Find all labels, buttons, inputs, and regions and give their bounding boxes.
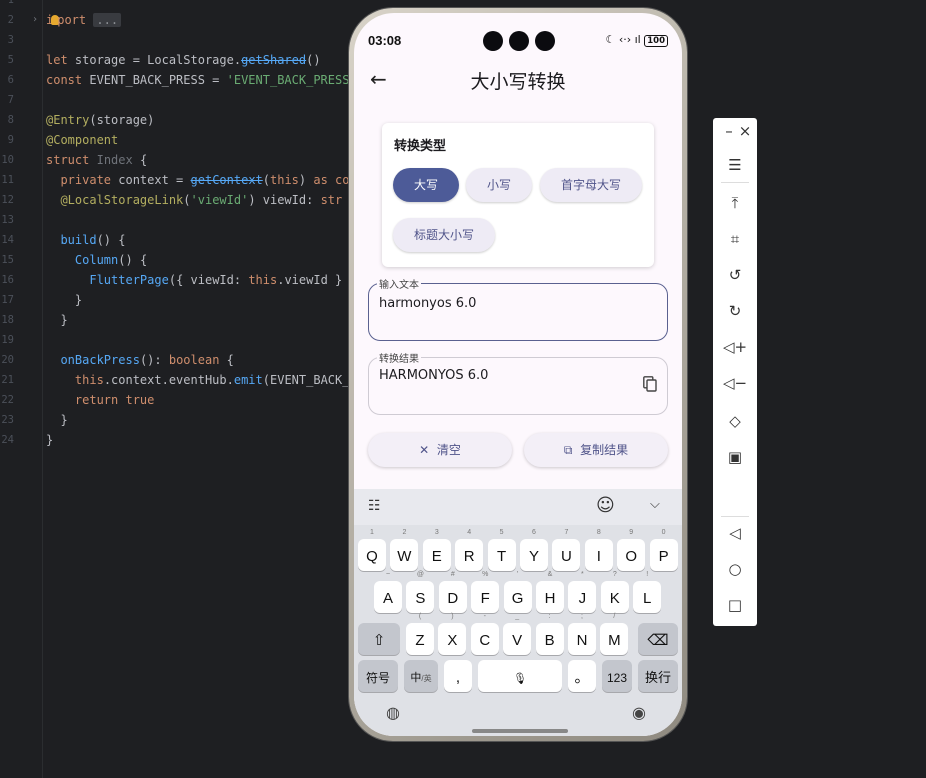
key-a[interactable]: ~ A xyxy=(374,571,402,613)
volume-up-icon[interactable]: ◁+ xyxy=(713,338,757,356)
moon-icon: ☾ xyxy=(605,33,616,46)
status-icons: ☾ ‹·› ıl 100 xyxy=(605,33,668,47)
copy-result-button[interactable]: ⧉ 复制结果 xyxy=(524,433,668,467)
camera-icon xyxy=(509,31,529,51)
camera-icon xyxy=(483,31,503,51)
page-title: 大小写转换 xyxy=(470,71,566,93)
key-s[interactable]: @ S xyxy=(406,571,435,613)
globe-icon[interactable]: ◍ xyxy=(386,703,400,722)
close-icon: ✕ xyxy=(419,443,430,457)
microphone-icon: 🎙 xyxy=(513,673,527,685)
key-m[interactable]: / M xyxy=(600,613,629,655)
input-text-field[interactable]: 输入文本 harmonyos 6.0 xyxy=(368,276,668,341)
rotate-right-icon[interactable]: ↻ xyxy=(713,302,757,320)
key-d[interactable]: # D xyxy=(438,571,467,613)
chip-capitalize[interactable]: 首字母大写 xyxy=(540,168,642,202)
key-j[interactable]: * J xyxy=(568,571,597,613)
key-c[interactable]: -C xyxy=(470,613,499,655)
camera-icon xyxy=(535,31,555,51)
result-value: HARMONYOS 6.0 xyxy=(379,368,489,383)
input-value[interactable]: harmonyos 6.0 xyxy=(379,296,476,311)
nav-back-icon[interactable]: ◁ xyxy=(713,524,757,542)
signal-icon: ıl xyxy=(634,33,641,46)
period-key[interactable]: 。 xyxy=(568,660,596,692)
chevron-down-icon[interactable]: ⌵ xyxy=(650,497,660,512)
key-x[interactable]: ) X xyxy=(438,613,467,655)
card-title: 转换类型 xyxy=(394,139,447,154)
key-e[interactable]: 3E xyxy=(422,529,451,571)
close-icon[interactable]: × xyxy=(723,122,767,140)
volume-down-icon[interactable]: ◁− xyxy=(713,374,757,392)
key-h[interactable]: & H xyxy=(536,571,564,613)
soft-keyboard: ☷ ☺ ⌵ 1 Q 2 W 3 E 4 R 5 T 6 Y 7 U 8 I 9 O 0 P ~ A @ S # D% F ' G & H * J… xyxy=(354,489,682,736)
comma-key[interactable]: , xyxy=(444,660,472,692)
key-f[interactable]: % F xyxy=(471,571,500,613)
data-transfer-icon: ‹·› xyxy=(618,33,632,46)
chip-lowercase[interactable]: 小写 xyxy=(466,168,532,202)
key-b[interactable]: :B xyxy=(535,613,564,655)
home-indicator[interactable] xyxy=(472,729,568,733)
rotate-left-icon[interactable]: ↺ xyxy=(713,266,757,284)
emoji-icon[interactable]: ☺ xyxy=(596,495,615,516)
result-label: 转换结果 xyxy=(377,350,421,365)
phone-screen[interactable]: 03:08 ☾ ‹·› ıl 100 ← 大小写转换 转换类型 大写 小写 首字… xyxy=(354,13,682,736)
key-u[interactable]: 7U xyxy=(552,529,581,571)
key-r[interactable]: 4R xyxy=(455,529,484,571)
chip-uppercase[interactable]: 大写 xyxy=(393,168,459,202)
crop-icon[interactable]: ⌗ xyxy=(713,230,757,248)
clear-button[interactable]: ✕ 清空 xyxy=(368,433,512,467)
emulator-toolbar: – × ☰ ⤒ ⌗ ↺ ↻ ◁+ ◁− ◇ ▣ ◁ ○ □ xyxy=(713,118,757,626)
key-g[interactable]: ' G xyxy=(503,571,532,613)
conversion-type-card: 转换类型 大写 小写 首字母大写 标题大小写 xyxy=(382,123,654,267)
nav-home-icon[interactable]: ○ xyxy=(713,560,757,578)
status-bar: 03:08 ☾ ‹·› ıl 100 xyxy=(354,29,682,55)
space-key[interactable]: 🎙 xyxy=(478,660,562,692)
key-t[interactable]: 5T xyxy=(487,529,516,571)
key-i[interactable]: 8I xyxy=(584,529,613,571)
symbols-key[interactable]: 符号 xyxy=(358,660,398,692)
status-time: 03:08 xyxy=(368,33,402,48)
key-k[interactable]: ? K xyxy=(600,571,629,613)
result-field: 转换结果 HARMONYOS 6.0 xyxy=(368,350,668,415)
app-bar: ← 大小写转换 xyxy=(354,63,682,99)
fold-device-icon[interactable]: ◇ xyxy=(713,412,757,430)
language-key[interactable]: 中/英 xyxy=(404,660,438,692)
battery-icon: 100 xyxy=(644,35,668,47)
copy-icon[interactable] xyxy=(643,376,657,392)
input-label: 输入文本 xyxy=(377,276,421,291)
voice-icon[interactable]: ◉ xyxy=(632,703,646,722)
key-z[interactable]: (Z xyxy=(406,613,434,655)
menu-icon[interactable]: ☰ xyxy=(713,156,757,174)
shift-key[interactable]: ⇧ xyxy=(358,623,400,655)
keyboard-menu-icon[interactable]: ☷ xyxy=(368,498,381,514)
key-y[interactable]: 6Y xyxy=(520,529,548,571)
enter-key[interactable]: 换行 xyxy=(638,660,678,692)
keyboard-toolbar: ☷ ☺ ⌵ xyxy=(354,489,682,525)
chip-title-case[interactable]: 标题大小写 xyxy=(393,218,495,252)
key-l[interactable]: ! L xyxy=(633,571,662,613)
key-o[interactable]: 9O xyxy=(617,529,646,571)
key-q[interactable]: 1Q xyxy=(358,529,386,571)
key-n[interactable]: ; N xyxy=(568,613,596,655)
screenshot-icon[interactable]: ▣ xyxy=(713,448,757,466)
key-v[interactable]: _ V xyxy=(503,613,532,655)
phone-frame: 03:08 ☾ ‹·› ıl 100 ← 大小写转换 转换类型 大写 小写 首字… xyxy=(349,8,687,741)
key-w[interactable]: 2W xyxy=(390,529,419,571)
collapsed-imports[interactable]: ... xyxy=(93,13,122,27)
key-p[interactable]: 0P xyxy=(649,529,678,571)
copy-icon: ⧉ xyxy=(563,443,573,457)
backspace-key[interactable]: ⌫ xyxy=(638,623,678,655)
pin-top-icon[interactable]: ⤒ xyxy=(713,194,757,212)
number-key[interactable]: 123 xyxy=(602,660,632,692)
nav-recent-icon[interactable]: □ xyxy=(713,596,757,614)
fold-chevron-icon[interactable]: › xyxy=(32,10,38,30)
